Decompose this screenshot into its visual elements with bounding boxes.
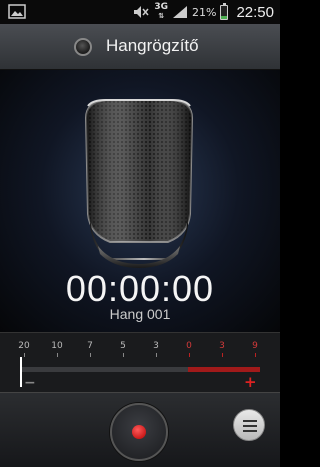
level-tick-mark — [189, 353, 190, 357]
battery-icon — [220, 2, 229, 20]
record-icon — [132, 425, 146, 439]
level-tick-label: 5 — [120, 341, 126, 351]
level-meter-needle — [20, 357, 22, 387]
level-tick-label: 10 — [51, 341, 63, 351]
signal-icon — [173, 6, 187, 18]
level-tick-label: 0 — [186, 341, 192, 351]
level-tick-mark — [24, 353, 25, 357]
app-header: Hangrögzítő — [0, 24, 280, 70]
battery-percent: 21% — [192, 5, 217, 19]
recording-indicator-icon — [74, 38, 92, 56]
level-tick-mark — [156, 353, 157, 357]
level-tick-mark — [90, 353, 91, 357]
menu-icon — [243, 420, 257, 422]
recorder-stage: 00:00:00 Hang 001 — [0, 70, 280, 332]
level-tick-mark — [57, 353, 58, 357]
microphone-icon — [84, 99, 194, 268]
app-title: Hangrögzítő — [106, 36, 199, 55]
level-meter-overload-zone — [188, 367, 260, 372]
clock: 22:50 — [236, 3, 274, 21]
level-tick-label: 7 — [87, 341, 93, 351]
level-tick-mark — [123, 353, 124, 357]
recording-timer: 00:00:00 — [65, 268, 215, 309]
status-bar: 3G ⇅ 21% 22:50 — [0, 0, 280, 24]
menu-button[interactable] — [233, 409, 265, 441]
level-tick-label: 20 — [18, 341, 30, 351]
recording-file-name: Hang 001 — [109, 306, 171, 322]
mute-icon — [134, 6, 149, 18]
level-max-symbol: + — [244, 373, 257, 391]
level-min-symbol: − — [24, 375, 36, 391]
level-tick-label: 9 — [252, 341, 258, 351]
level-tick-label: 3 — [153, 341, 159, 351]
level-tick-mark — [222, 353, 223, 357]
gallery-icon — [8, 4, 26, 19]
level-tick-label: 3 — [219, 341, 225, 351]
level-tick-mark — [255, 353, 256, 357]
control-bar — [0, 392, 280, 467]
network-type: 3G ⇅ — [154, 2, 168, 21]
level-meter: 20 10 7 5 3 0 3 9 − + — [0, 332, 280, 392]
record-button[interactable] — [110, 403, 168, 461]
